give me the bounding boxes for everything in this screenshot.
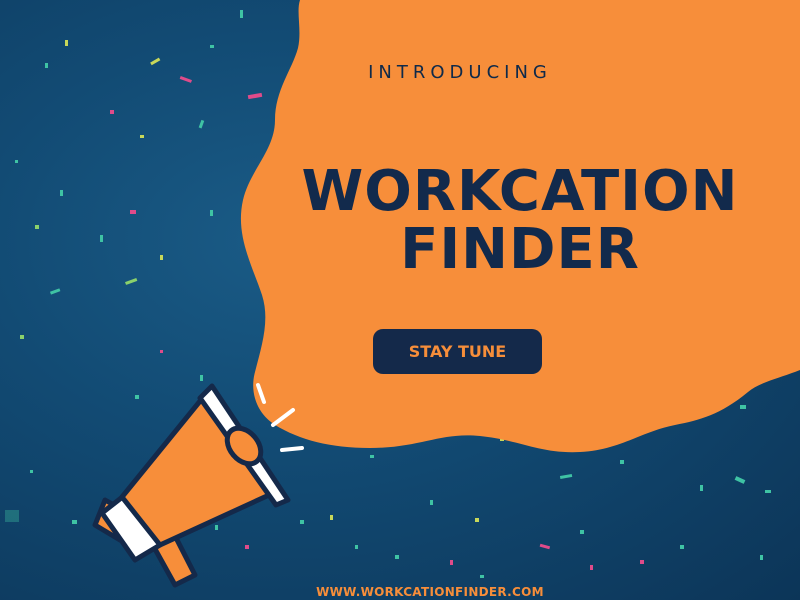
title-line-1: WORKCATION <box>301 159 739 224</box>
stay-tune-button[interactable]: STAY TUNE <box>373 329 542 374</box>
megaphone-icon <box>92 383 304 588</box>
stay-tune-label: STAY TUNE <box>408 342 507 361</box>
poster: INTRODUCING WORKCATION FINDER STAY TUNE … <box>0 0 800 600</box>
intro-kicker: INTRODUCING <box>368 62 552 83</box>
website-link[interactable]: WWW.WORKCATIONFINDER.COM <box>300 585 560 599</box>
title-line-2: FINDER <box>400 217 640 282</box>
